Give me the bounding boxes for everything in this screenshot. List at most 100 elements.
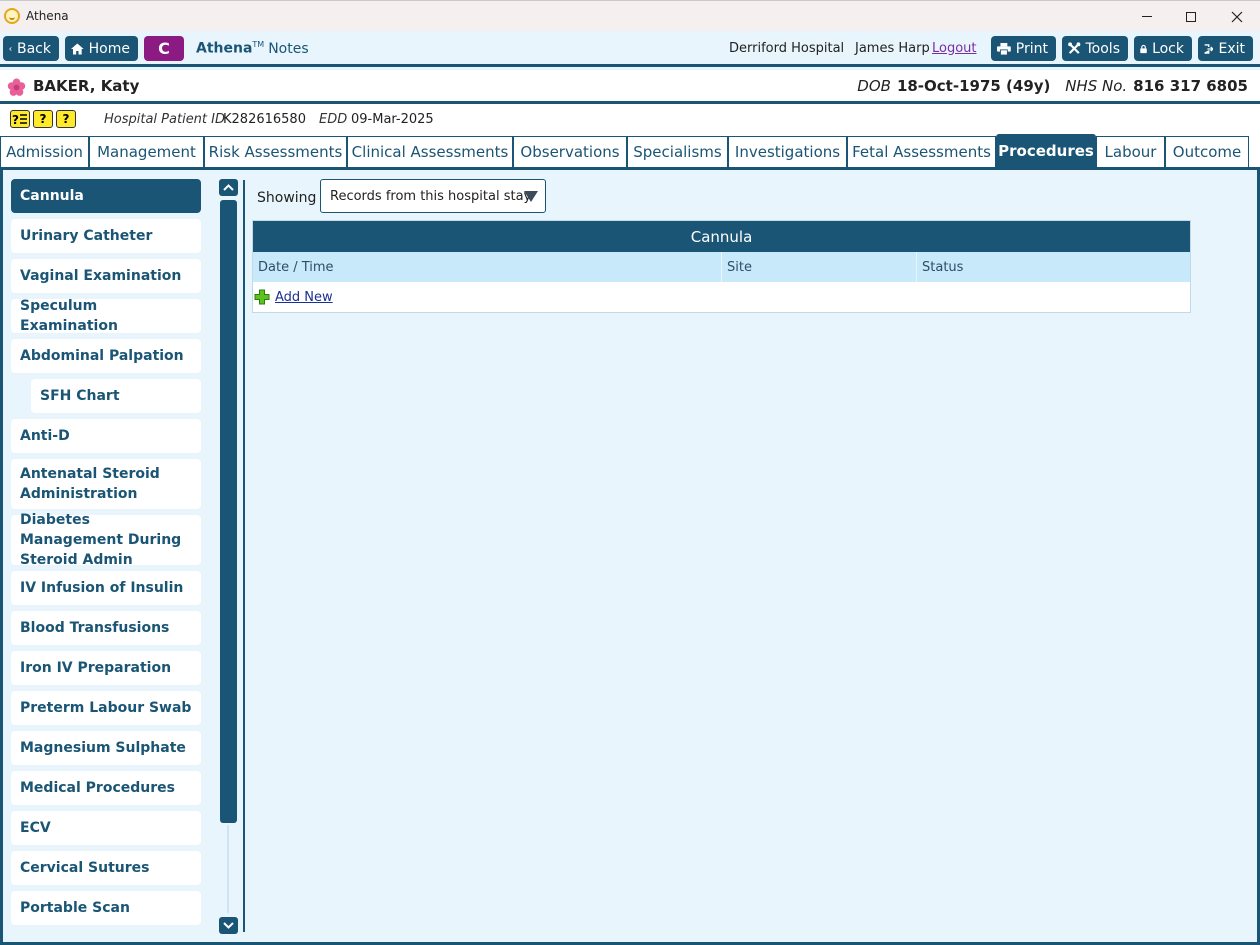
main-content: Cannula Urinary Catheter Vaginal Examina… [0, 170, 1260, 945]
main-toolbar: Back Home C AthenaTM Notes Derriford Hosp… [0, 31, 1260, 67]
window-titlebar: Athena [0, 0, 1260, 31]
nhs-label: NHS No. [1065, 77, 1128, 95]
hospital-id-value: K282616580 [223, 112, 306, 127]
column-header-status: Status [917, 252, 1190, 282]
tools-button[interactable]: Tools [1062, 36, 1128, 61]
showing-label: Showing [257, 190, 317, 206]
hospital-id-label: Hospital Patient ID [104, 112, 225, 127]
tab-observations[interactable]: Observations [513, 136, 627, 167]
sidebar-item-magnesium-sulphate[interactable]: Magnesium Sulphate [11, 731, 201, 765]
back-button[interactable]: Back [3, 36, 59, 61]
tools-label: Tools [1085, 40, 1121, 57]
tab-admission[interactable]: Admission [0, 136, 89, 167]
tab-labour[interactable]: Labour [1096, 136, 1165, 167]
close-icon [1231, 11, 1243, 22]
cannula-panel: Cannula Date / Time Site Status Add New [252, 220, 1191, 313]
records-filter-value: Records from this hospital stay [330, 188, 532, 204]
user-name: James Harp [855, 41, 930, 56]
sidebar-item-cannula[interactable]: Cannula [11, 179, 201, 213]
maximize-button[interactable] [1168, 1, 1214, 32]
chevron-up-icon [223, 184, 234, 191]
add-new-row: Add New [253, 282, 1190, 312]
column-header-date-time: Date / Time [253, 252, 722, 282]
hospital-name: Derriford Hospital [729, 41, 845, 56]
sidebar-item-abdominal-palpation[interactable]: Abdominal Palpation [11, 339, 201, 373]
alert-question-icon-1[interactable]: ? [33, 110, 53, 128]
lock-icon [1140, 44, 1147, 53]
sidebar-item-sfh-chart[interactable]: SFH Chart [31, 379, 201, 413]
scroll-thumb[interactable] [220, 200, 237, 823]
dob-label: DOB [857, 77, 891, 95]
minimize-icon [1142, 16, 1152, 17]
sidebar-item-ecv[interactable]: ECV [11, 811, 201, 845]
column-header-site: Site [722, 252, 917, 282]
sidebar-item-blood-transfusions[interactable]: Blood Transfusions [11, 611, 201, 645]
tab-risk-assessments[interactable]: Risk Assessments [204, 136, 347, 167]
home-button[interactable]: Home [65, 36, 138, 61]
patient-info-bar: ? ? ? Hospital Patient ID K282616580 EDD… [0, 104, 1260, 136]
sidebar-item-vaginal-examination[interactable]: Vaginal Examination [11, 259, 201, 293]
panel-title: Cannula [253, 221, 1190, 252]
chevron-left-icon [9, 46, 12, 51]
sidebar-item-preterm-labour-swab[interactable]: Preterm Labour Swab [11, 691, 201, 725]
alert-list-icon[interactable]: ? [10, 110, 30, 128]
print-label: Print [1015, 40, 1048, 57]
exit-icon [1204, 43, 1214, 54]
exit-label: Exit [1218, 40, 1245, 57]
back-label: Back [17, 40, 51, 57]
scroll-down-button[interactable] [219, 917, 238, 934]
window-title: Athena [26, 9, 69, 23]
home-label: Home [88, 40, 130, 57]
alert-question-icon-2[interactable]: ? [56, 110, 76, 128]
sidebar-item-cervical-sutures[interactable]: Cervical Sutures [11, 851, 201, 885]
minimize-button[interactable] [1124, 1, 1170, 32]
c-button[interactable]: C [144, 36, 184, 61]
close-button[interactable] [1214, 1, 1260, 32]
tab-management[interactable]: Management [89, 136, 204, 167]
procedures-sidebar: Cannula Urinary Catheter Vaginal Examina… [11, 179, 203, 931]
print-button[interactable]: Print [991, 36, 1056, 61]
lock-button[interactable]: Lock [1134, 36, 1192, 61]
sidebar-item-portable-scan[interactable]: Portable Scan [11, 891, 201, 925]
maximize-icon [1186, 11, 1196, 22]
patient-name: BAKER, Katy [33, 77, 139, 95]
tab-specialisms[interactable]: Specialisms [627, 136, 728, 167]
dropdown-arrow-icon [524, 191, 538, 202]
sidebar-item-medical-procedures[interactable]: Medical Procedures [11, 771, 201, 805]
sidebar-scrollbar[interactable] [219, 179, 238, 935]
sidebar-item-iron-iv[interactable]: Iron IV Preparation [11, 651, 201, 685]
records-filter-select[interactable]: Records from this hospital stay [320, 179, 546, 213]
lock-label: Lock [1152, 40, 1184, 57]
scroll-up-button[interactable] [219, 179, 238, 196]
sidebar-item-iv-insulin[interactable]: IV Infusion of Insulin [11, 571, 201, 605]
tab-fetal-assessments[interactable]: Fetal Assessments [847, 136, 996, 167]
sidebar-item-urinary-catheter[interactable]: Urinary Catheter [11, 219, 201, 253]
panel-divider [243, 180, 245, 932]
logout-link[interactable]: Logout [932, 41, 977, 56]
sidebar-item-anti-d[interactable]: Anti-D [11, 419, 201, 453]
scroll-track [227, 825, 229, 913]
module-name: Notes [268, 40, 309, 57]
patient-surname: BAKER, [33, 77, 96, 95]
tab-investigations[interactable]: Investigations [728, 136, 847, 167]
tab-outcome[interactable]: Outcome [1165, 136, 1249, 167]
edd-label: EDD [319, 112, 348, 127]
svg-text:?: ? [12, 113, 19, 127]
tab-procedures[interactable]: Procedures [996, 134, 1096, 167]
patient-details: DOB 18-Oct-1975 (49y) NHS No. 816 317 6805 [857, 77, 1248, 95]
sidebar-item-antenatal-steroid[interactable]: Antenatal Steroid Administration [11, 459, 201, 509]
brand-trademark: TM [252, 40, 265, 49]
nhs-value: 816 317 6805 [1133, 77, 1248, 95]
dob-value: 18-Oct-1975 (49y) [896, 77, 1051, 95]
sidebar-item-diabetes-management[interactable]: Diabetes Management During Steroid Admin [11, 512, 201, 568]
add-new-link[interactable]: Add New [275, 290, 333, 305]
exit-button[interactable]: Exit [1198, 36, 1253, 61]
patient-banner: BAKER, Katy DOB 18-Oct-1975 (49y) NHS No.… [0, 70, 1260, 104]
main-tabs: Admission Management Risk Assessments Cl… [0, 134, 1260, 170]
printer-icon [997, 42, 1011, 55]
plus-icon [254, 289, 270, 305]
patient-forename: Katy [100, 77, 140, 95]
brand-name: Athena [196, 40, 253, 57]
tab-clinical-assessments[interactable]: Clinical Assessments [347, 136, 513, 167]
sidebar-item-speculum-examination[interactable]: Speculum Examination [11, 298, 201, 334]
